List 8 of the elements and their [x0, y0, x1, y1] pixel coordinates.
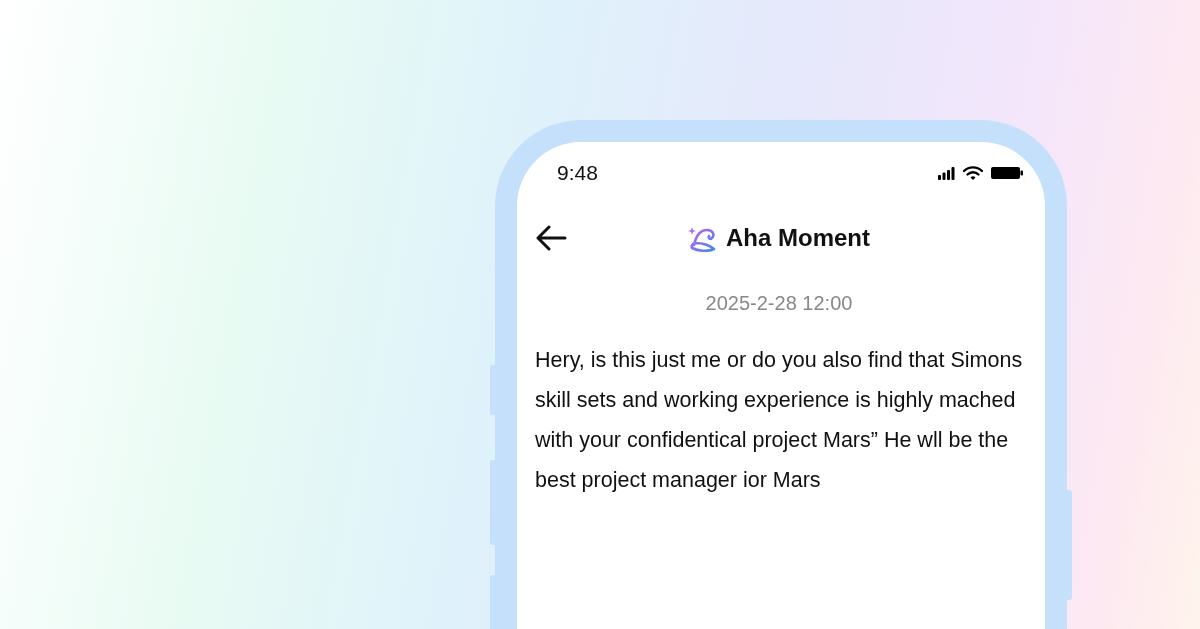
message-timestamp: 2025-2-28 12:00	[705, 292, 853, 314]
battery-icon	[991, 167, 1023, 179]
screen-title: Aha Moment	[726, 223, 870, 253]
message-text: Hery, is this just me or do you also find that Simons skill sets and working experience is highly mached with your confidentical project Mars” He wll be the best project manager ior Mars	[535, 347, 1023, 494]
back-arrow-icon[interactable]	[535, 225, 567, 251]
wifi-icon	[963, 166, 983, 180]
signal-icon	[938, 166, 955, 180]
status-time: 9:48	[557, 160, 598, 187]
